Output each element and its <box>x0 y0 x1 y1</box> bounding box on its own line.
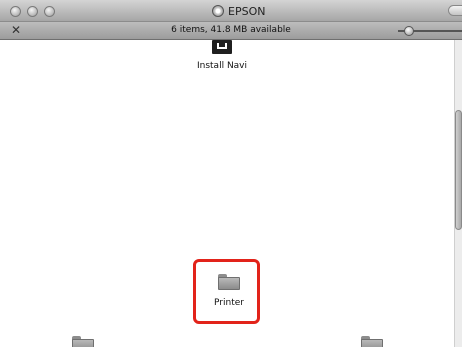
finder-window: EPSON ✕ 6 items, 41.8 MB available Insta… <box>0 0 462 347</box>
partial-folder-item[interactable] <box>361 336 383 347</box>
title-bar[interactable]: EPSON <box>0 0 462 22</box>
finder-content: Install Navi Printer <box>0 40 462 347</box>
toolbar-toggle-button[interactable] <box>448 5 462 16</box>
partial-folder-item[interactable] <box>72 336 94 347</box>
folder-icon <box>72 336 94 347</box>
disk-icon <box>212 5 224 17</box>
scroll-thumb[interactable] <box>455 110 462 230</box>
minimize-button[interactable] <box>27 6 38 17</box>
window-title-group: EPSON <box>212 4 265 18</box>
close-button[interactable] <box>10 6 21 17</box>
zoom-button[interactable] <box>44 6 55 17</box>
vertical-scrollbar[interactable] <box>454 40 462 347</box>
window-title: EPSON <box>228 4 266 18</box>
status-bar: ✕ 6 items, 41.8 MB available <box>0 22 462 40</box>
install-navi-item[interactable]: Install Navi <box>192 40 252 71</box>
folder-icon <box>361 336 383 347</box>
status-text: 6 items, 41.8 MB available <box>171 25 291 35</box>
installer-icon <box>212 40 232 54</box>
install-navi-label: Install Navi <box>196 61 248 71</box>
icon-size-slider-knob[interactable] <box>404 26 414 36</box>
highlight-box <box>193 259 260 324</box>
